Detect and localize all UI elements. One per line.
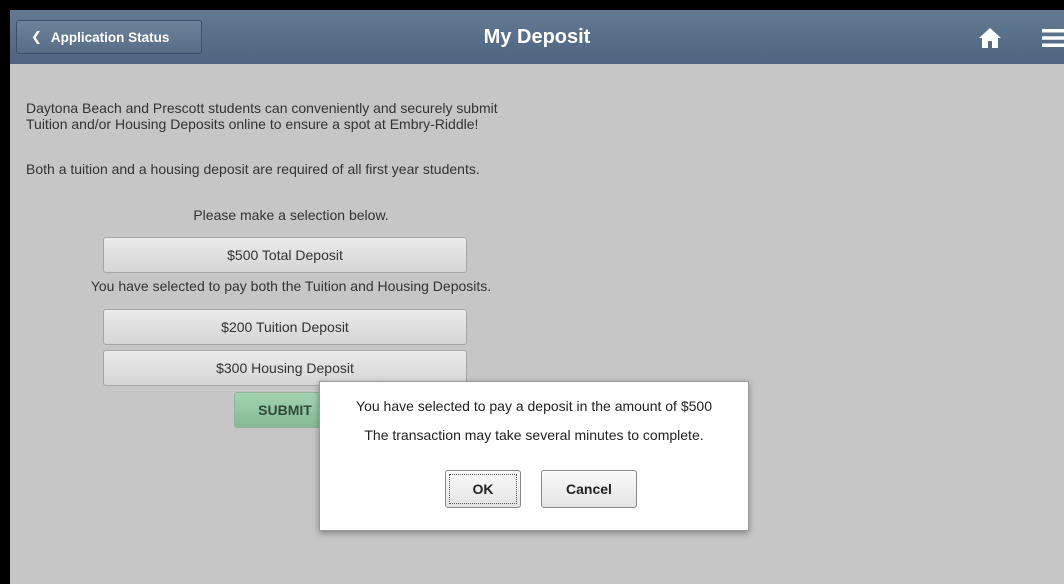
confirm-dialog: You have selected to pay a deposit in th… <box>319 381 749 531</box>
intro-line-1: Daytona Beach and Prescott students can … <box>26 100 498 116</box>
dialog-message-duration: The transaction may take several minutes… <box>364 427 704 443</box>
intro-line-2: Tuition and/or Housing Deposits online t… <box>26 116 479 132</box>
chevron-left-icon: ❮ <box>31 29 42 44</box>
home-icon[interactable] <box>978 27 1002 49</box>
hamburger-menu-icon[interactable] <box>1042 27 1064 49</box>
selection-summary: You have selected to pay both the Tuitio… <box>90 278 492 294</box>
tuition-deposit-button[interactable]: $200 Tuition Deposit <box>103 309 467 345</box>
total-deposit-button[interactable]: $500 Total Deposit <box>103 237 467 273</box>
dialog-message-amount: You have selected to pay a deposit in th… <box>356 398 712 414</box>
cancel-button[interactable]: Cancel <box>541 470 637 508</box>
intro-text: Daytona Beach and Prescott students can … <box>26 100 646 132</box>
requirement-text: Both a tuition and a housing deposit are… <box>26 161 480 177</box>
ok-button[interactable]: OK <box>445 470 521 508</box>
header-bar: My Deposit ❮ Application Status <box>10 10 1064 64</box>
back-button[interactable]: ❮ Application Status <box>16 20 202 54</box>
back-button-label: Application Status <box>50 29 170 45</box>
app-frame: My Deposit ❮ Application Status Daytona … <box>0 0 1064 584</box>
selection-prompt: Please make a selection below. <box>193 207 389 223</box>
